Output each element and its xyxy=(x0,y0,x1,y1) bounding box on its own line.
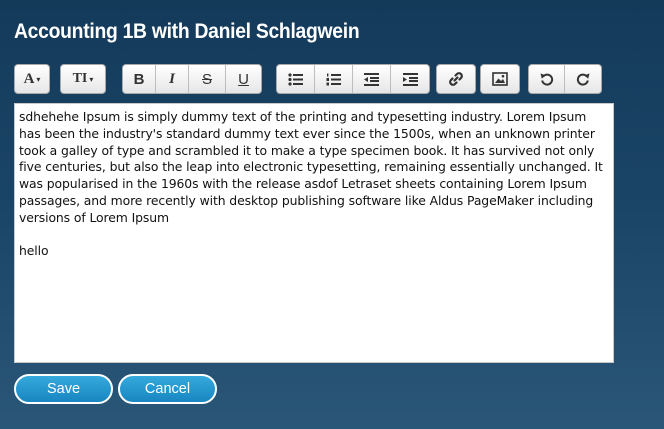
editor-paragraph: sdhehehe Ipsum is simply dummy text of t… xyxy=(19,109,603,225)
font-size-label: TI xyxy=(72,71,88,86)
link-icon xyxy=(449,72,463,86)
strikethrough-icon: S xyxy=(201,70,212,88)
redo-button[interactable] xyxy=(565,65,601,93)
image-group xyxy=(480,64,520,94)
chevron-down-icon: ▾ xyxy=(89,74,94,84)
insert-image-button[interactable] xyxy=(481,65,519,93)
redo-icon xyxy=(576,73,590,86)
font-size-group: TI ▾ xyxy=(60,64,106,94)
link-button[interactable] xyxy=(437,65,475,93)
link-group xyxy=(436,64,476,94)
image-icon xyxy=(492,72,508,86)
editor-paragraph: hello xyxy=(19,242,49,258)
bullet-list-icon xyxy=(288,72,303,86)
italic-icon: I xyxy=(169,70,175,87)
numbered-list-icon xyxy=(326,73,341,85)
bullet-list-button[interactable] xyxy=(277,65,315,93)
strikethrough-button[interactable]: S xyxy=(189,65,226,93)
numbered-list-button[interactable] xyxy=(315,65,353,93)
outdent-icon xyxy=(364,72,379,86)
underline-button[interactable]: U xyxy=(226,65,261,93)
cancel-button[interactable]: Cancel xyxy=(118,374,217,404)
font-family-button[interactable]: A ▾ xyxy=(15,65,49,93)
rich-text-editor[interactable]: sdhehehe Ipsum is simply dummy text of t… xyxy=(14,103,614,363)
indent-icon xyxy=(402,72,418,86)
font-size-button[interactable]: TI ▾ xyxy=(61,65,105,93)
page-title: Accounting 1B with Daniel Schlagwein xyxy=(14,20,360,43)
undo-icon xyxy=(540,73,553,86)
bold-button[interactable]: B xyxy=(123,65,156,93)
font-family-group: A ▾ xyxy=(14,64,50,94)
chevron-down-icon: ▾ xyxy=(36,74,41,84)
save-button[interactable]: Save xyxy=(14,374,113,404)
bold-icon: B xyxy=(133,70,145,88)
underline-icon: U xyxy=(238,70,249,88)
formatting-group: B I S U xyxy=(122,64,262,94)
italic-button[interactable]: I xyxy=(156,65,189,93)
undo-button[interactable] xyxy=(529,65,565,93)
list-group xyxy=(276,64,430,94)
editor-blank-line xyxy=(19,227,609,243)
history-group xyxy=(528,64,602,94)
font-family-label: A xyxy=(23,70,35,87)
outdent-button[interactable] xyxy=(353,65,391,93)
indent-button[interactable] xyxy=(391,65,429,93)
